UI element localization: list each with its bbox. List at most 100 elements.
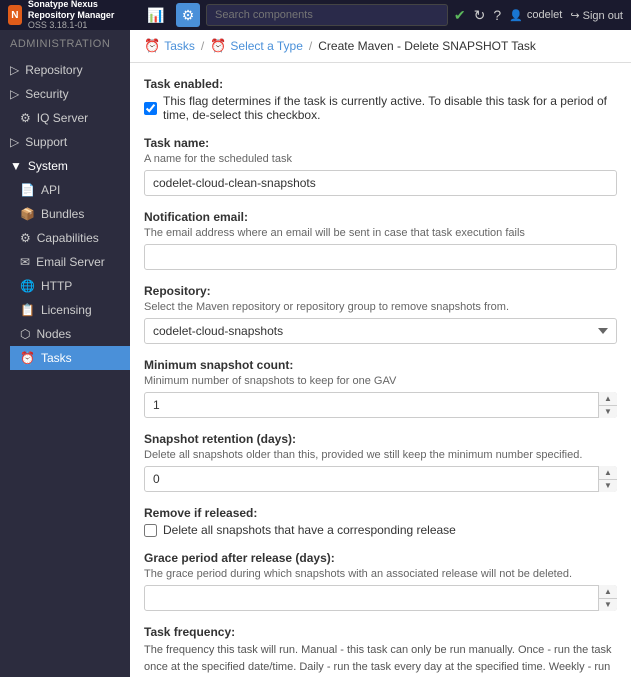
task-frequency-desc: The frequency this task will run. Manual… <box>144 642 617 677</box>
sidebar-item-api[interactable]: 📄 API <box>10 178 130 202</box>
grace-period-down[interactable]: ▼ <box>599 599 617 612</box>
sidebar-admin-label: Administration <box>0 30 130 58</box>
refresh-icon[interactable]: ↻ <box>474 7 486 24</box>
snapshot-retention-up[interactable]: ▲ <box>599 466 617 480</box>
sidebar-item-http[interactable]: 🌐 HTTP <box>10 274 130 298</box>
brand-name: Sonatype Nexus Repository Manager <box>28 0 138 20</box>
sidebar-item-security[interactable]: ▷ Security <box>0 82 130 106</box>
task-enabled-group: Task enabled: This flag determines if th… <box>144 77 617 122</box>
sidebar-label-tasks: Tasks <box>41 351 72 365</box>
sidebar-label-iq-server: IQ Server <box>37 111 88 125</box>
remove-released-checkbox[interactable] <box>144 524 157 537</box>
settings-icon[interactable]: ⚙ <box>176 3 200 27</box>
min-snapshot-up[interactable]: ▲ <box>599 392 617 406</box>
sidebar-label-support: Support <box>25 135 67 149</box>
system-arrow-icon: ▼ <box>10 159 22 173</box>
min-snapshot-spinner: ▲ ▼ <box>144 392 617 418</box>
repository-icon: ▷ <box>10 63 19 77</box>
user-menu[interactable]: 👤 codelet <box>509 9 562 22</box>
breadcrumb-tasks[interactable]: ⏰ Tasks <box>144 38 195 54</box>
breadcrumb-sep-1: / <box>201 39 204 53</box>
grace-period-up[interactable]: ▲ <box>599 585 617 599</box>
repository-group: Repository: Select the Maven repository … <box>144 284 617 344</box>
sidebar-label-nodes: Nodes <box>36 327 71 341</box>
remove-released-label: Remove if released: <box>144 506 617 520</box>
user-icon: 👤 <box>509 9 523 22</box>
api-icon: 📄 <box>20 183 35 197</box>
brand-text: Sonatype Nexus Repository Manager OSS 3.… <box>28 0 138 31</box>
sidebar-item-iq-server[interactable]: ⚙ IQ Server <box>10 106 130 130</box>
snapshot-retention-input[interactable] <box>144 466 617 492</box>
breadcrumb: ⏰ Tasks / ⏰ Select a Type / Create Maven… <box>130 30 631 63</box>
grace-period-label: Grace period after release (days): <box>144 551 617 565</box>
snapshot-retention-group: Snapshot retention (days): Delete all sn… <box>144 432 617 492</box>
search-input[interactable] <box>206 4 448 26</box>
status-icon: ✔ <box>454 7 466 24</box>
remove-released-row: Delete all snapshots that have a corresp… <box>144 523 617 537</box>
sidebar-label-system: System <box>28 159 68 173</box>
brand-icon: N <box>8 5 22 25</box>
min-snapshot-down[interactable]: ▼ <box>599 406 617 419</box>
min-snapshot-label: Minimum snapshot count: <box>144 358 617 372</box>
task-name-label: Task name: <box>144 136 617 150</box>
min-snapshot-spin-btns: ▲ ▼ <box>598 392 617 418</box>
breadcrumb-tasks-icon: ⏰ <box>144 38 160 54</box>
snapshot-retention-label: Snapshot retention (days): <box>144 432 617 446</box>
system-children: 📄 API 📦 Bundles ⚙ Capabilities ✉ Email S… <box>0 178 130 370</box>
analytics-icon[interactable]: 📊 <box>144 3 168 27</box>
sidebar-item-system[interactable]: ▼ System <box>0 154 130 178</box>
sidebar-label-api: API <box>41 183 60 197</box>
notification-email-input[interactable] <box>144 244 617 270</box>
breadcrumb-select-label: Select a Type <box>230 39 303 53</box>
repository-desc: Select the Maven repository or repositor… <box>144 301 617 313</box>
snapshot-retention-spinner: ▲ ▼ <box>144 466 617 492</box>
min-snapshot-input[interactable] <box>144 392 617 418</box>
min-snapshot-group: Minimum snapshot count: Minimum number o… <box>144 358 617 418</box>
iq-server-icon: ⚙ <box>20 111 31 125</box>
main-layout: Administration ▷ Repository ▷ Security ⚙… <box>0 30 631 677</box>
remove-released-group: Remove if released: Delete all snapshots… <box>144 506 617 537</box>
breadcrumb-select-icon: ⏰ <box>210 38 226 54</box>
signout-link[interactable]: ↪ Sign out <box>570 9 623 22</box>
task-name-group: Task name: A name for the scheduled task <box>144 136 617 196</box>
breadcrumb-tasks-label: Tasks <box>164 39 195 53</box>
signout-icon: ↪ <box>570 10 579 22</box>
sidebar-label-licensing: Licensing <box>41 303 92 317</box>
sidebar-label-http: HTTP <box>41 279 72 293</box>
snapshot-retention-down[interactable]: ▼ <box>599 480 617 493</box>
security-children: ⚙ IQ Server <box>0 106 130 130</box>
sidebar-item-capabilities[interactable]: ⚙ Capabilities <box>10 226 130 250</box>
sidebar-label-repository: Repository <box>25 63 82 77</box>
min-snapshot-desc: Minimum number of snapshots to keep for … <box>144 375 617 387</box>
grace-period-desc: The grace period during which snapshots … <box>144 568 617 580</box>
task-name-input[interactable] <box>144 170 617 196</box>
support-icon: ▷ <box>10 135 19 149</box>
repository-label: Repository: <box>144 284 617 298</box>
form-area: Task enabled: This flag determines if th… <box>130 63 631 677</box>
grace-period-input[interactable] <box>144 585 617 611</box>
topbar: N Sonatype Nexus Repository Manager OSS … <box>0 0 631 30</box>
sidebar-item-tasks[interactable]: ⏰ Tasks <box>10 346 130 370</box>
sidebar-item-support[interactable]: ▷ Support <box>0 130 130 154</box>
signout-label: Sign out <box>583 10 623 22</box>
task-frequency-label: Task frequency: <box>144 625 617 639</box>
security-icon: ▷ <box>10 87 19 101</box>
task-enabled-row: This flag determines if the task is curr… <box>144 94 617 122</box>
sidebar-item-nodes[interactable]: ⬡ Nodes <box>10 322 130 346</box>
help-icon[interactable]: ? <box>493 7 501 23</box>
sidebar-item-email-server[interactable]: ✉ Email Server <box>10 250 130 274</box>
repository-select[interactable]: codelet-cloud-snapshots <box>144 318 617 344</box>
grace-period-group: Grace period after release (days): The g… <box>144 551 617 611</box>
task-enabled-checkbox[interactable] <box>144 102 157 115</box>
sidebar-item-licensing[interactable]: 📋 Licensing <box>10 298 130 322</box>
sidebar-label-capabilities: Capabilities <box>37 231 99 245</box>
grace-period-spinner: ▲ ▼ <box>144 585 617 611</box>
remove-released-checkbox-label: Delete all snapshots that have a corresp… <box>163 523 456 537</box>
breadcrumb-select-type[interactable]: ⏰ Select a Type <box>210 38 303 54</box>
task-enabled-desc: This flag determines if the task is curr… <box>163 94 617 122</box>
sidebar-item-bundles[interactable]: 📦 Bundles <box>10 202 130 226</box>
sidebar-item-repository[interactable]: ▷ Repository <box>0 58 130 82</box>
content-area: ⏰ Tasks / ⏰ Select a Type / Create Maven… <box>130 30 631 677</box>
topbar-icons: 📊 ⚙ <box>144 3 200 27</box>
notification-email-desc: The email address where an email will be… <box>144 227 617 239</box>
